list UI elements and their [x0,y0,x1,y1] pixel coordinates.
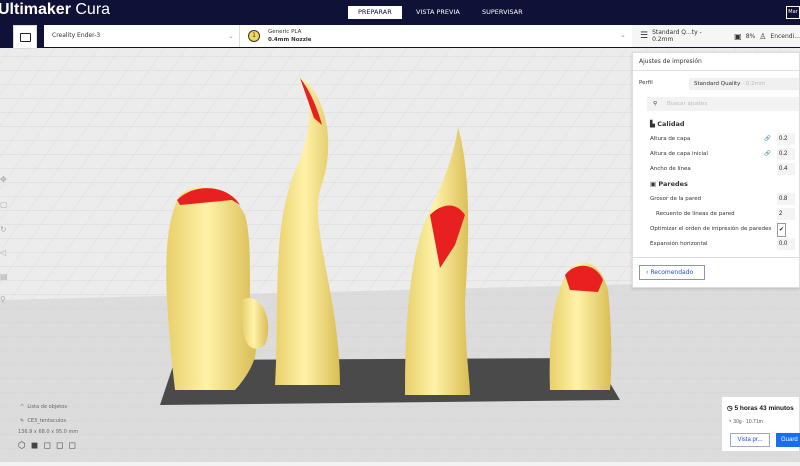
view-right-icon[interactable]: ◻ [68,441,80,451]
chevron-down-icon: ⌄ [620,31,626,39]
chevron-down-icon: ⌄ [228,32,234,40]
setting-row: Optimizar el orden de impresión de pared… [650,223,796,237]
print-time: 5 horas 43 minutos [734,405,794,412]
preview-button[interactable]: Vista pr... [730,433,770,447]
view-front-icon[interactable]: ◼ [31,441,43,451]
view-left-icon[interactable]: ◻ [56,441,68,451]
object-list-toggle[interactable]: ^ Lista de objetos [20,404,81,410]
view-3d-icon[interactable]: ⬡ [18,441,31,451]
account-button[interactable]: Mar [786,6,800,19]
panel-title: Ajustes de impresión [633,53,799,71]
app-logo: Ultimaker Cura [0,1,111,18]
tab-preparar[interactable]: PREPARAR [348,6,402,19]
setting-row: Grosor de la pared 0.8 [650,193,796,205]
pencil-icon[interactable]: ✎ [20,418,24,424]
open-file-button[interactable] [13,25,37,49]
object-list: ^ Lista de objetos ✎ CE3_tentacuios 136.… [18,404,81,451]
object-dimensions: 136.9 x 68.0 x 95.0 mm [18,429,79,435]
checkbox[interactable]: ✔ [777,223,786,237]
setting-row: Altura de capa 🔗 0.2 [650,133,796,145]
recommended-button[interactable]: ‹ Recomendado [639,265,705,280]
scale-tool-icon[interactable]: ▢ [0,200,8,210]
link-icon[interactable]: 🔗 [764,133,771,145]
print-estimate-panel: ◷ 5 horas 43 minutos ◔ 30g · 10.71m Vist… [721,396,800,452]
section-paredes[interactable]: ▣ Paredes [650,178,796,190]
support-blocker-icon[interactable]: ⚲ [0,295,8,305]
rotate-tool-icon[interactable]: ↻ [0,225,8,235]
save-button[interactable]: Guard [776,433,800,447]
sliders-icon: ☰ [640,31,649,41]
print-settings-selector[interactable]: ☰ Standard Q...ty - 0.2mm ▣ 8% ♙ Encendi... [632,25,800,47]
setting-row: Altura de capa inicial 🔗 0.2 [650,148,796,160]
link-icon[interactable]: 🔗 [764,148,771,160]
tab-vista-previa[interactable]: VISTA PREVIA [406,6,470,19]
tab-supervisar[interactable]: SUPERVISAR [472,6,533,19]
section-calidad[interactable]: ▙ Calidad [650,118,796,130]
search-settings-input[interactable]: ⚲ Buscar ajustes [647,97,799,111]
object-name[interactable]: CE3_tentacuios [27,418,66,424]
extruder-badge: 1 [248,30,260,42]
setting-row: Expansión horizontal 0.0 [650,238,796,250]
search-icon: ⚲ [653,101,658,107]
support-icon: ♙ [759,31,767,41]
material-selector[interactable]: 1 Generic PLA 0.4mm Nozzle ⌄ [240,25,632,47]
setting-row: Recuento de líneas de pared 2 [650,208,796,220]
printer-selector[interactable]: Creality Ender-3 ⌄ [44,25,240,47]
mirror-tool-icon[interactable]: ◁ [0,248,8,258]
view-top-icon[interactable]: ◻ [43,441,55,451]
infill-icon: ▣ [734,31,742,41]
print-settings-panel: Ajustes de impresión Perfil Standard Qua… [632,52,800,288]
per-model-settings-icon[interactable]: ▤ [0,272,8,282]
left-toolbar: ✥ ▢ ↻ ◁ ▤ ⚲ [0,170,10,310]
profile-dropdown[interactable]: Standard Quality - 0.2mm [689,78,799,90]
top-bar: Ultimaker Cura PREPARAR VISTA PREVIA SUP… [0,0,800,24]
setting-row: Ancho de línea 0.4 [650,163,796,175]
move-tool-icon[interactable]: ✥ [0,175,8,185]
folder-icon [19,32,31,42]
